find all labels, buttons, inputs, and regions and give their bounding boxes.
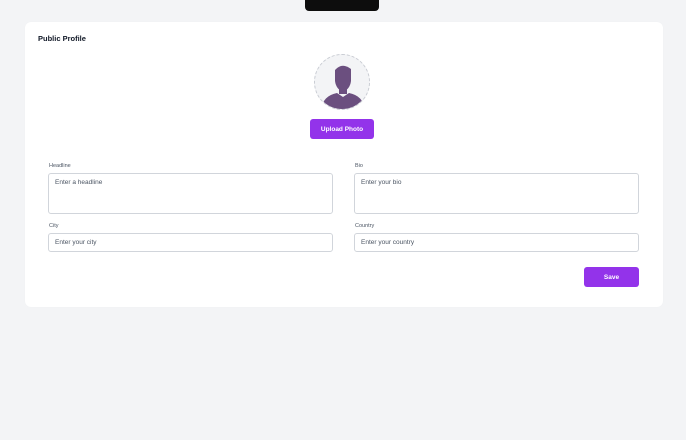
user-silhouette-icon — [321, 65, 365, 109]
city-field[interactable] — [48, 233, 333, 252]
headline-label: Headline — [49, 163, 71, 169]
country-label: Country — [355, 223, 375, 229]
upload-photo-button[interactable]: Upload Photo — [310, 119, 374, 139]
card-title: Public Profile — [38, 34, 86, 43]
city-label: City — [49, 223, 59, 229]
public-profile-card: Public Profile Upload Photo Headline Bio… — [25, 22, 663, 307]
headline-field[interactable] — [48, 173, 333, 214]
country-field[interactable] — [354, 233, 639, 252]
bio-label: Bio — [355, 163, 363, 169]
avatar — [314, 54, 370, 110]
save-button[interactable]: Save — [584, 267, 639, 287]
camera-notch — [305, 0, 379, 11]
bio-field[interactable] — [354, 173, 639, 214]
